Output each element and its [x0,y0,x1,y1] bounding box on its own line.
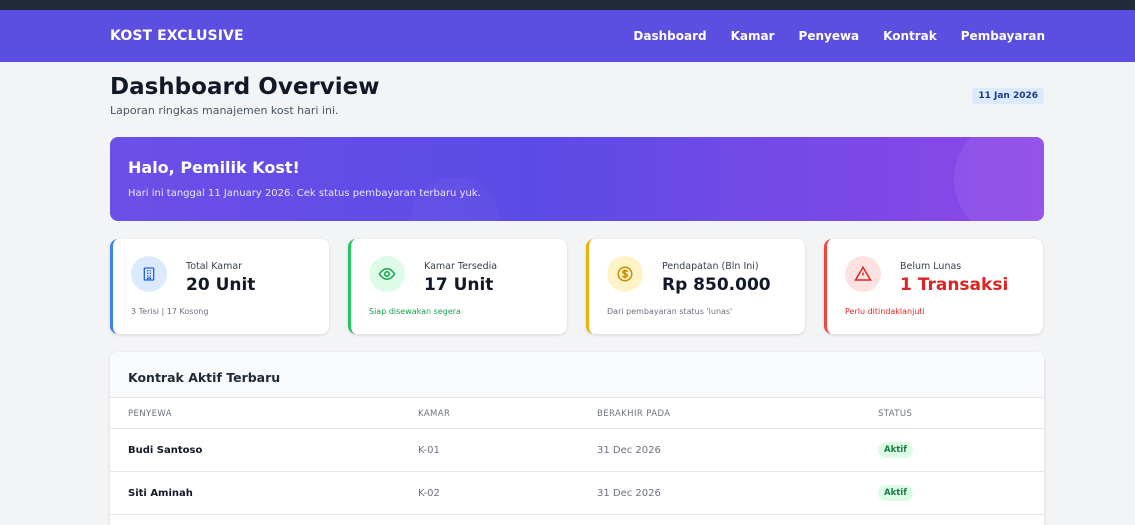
stat-note: Siap disewakan segera [369,307,461,316]
tenant-name: Siti Aminah [128,488,193,499]
table-header: PENYEWA KAMAR BERAKHIR PADA STATUS [110,398,1044,429]
page-header: Dashboard Overview Laporan ringkas manaj… [110,74,1044,126]
stat-label: Belum Lunas [900,261,962,272]
stat-value: 1 Transaksi [900,275,1009,295]
nav-dashboard[interactable]: Dashboard [633,29,706,43]
page-subtitle: Laporan ringkas manajemen kost hari ini. [110,104,339,117]
stat-label: Pendapatan (Bln Ini) [662,261,759,272]
table-row[interactable]: Siti Aminah K-02 31 Dec 2026 Aktif [110,472,1044,515]
stat-value: 17 Unit [424,275,494,295]
status-badge: Aktif [878,442,913,458]
room-code: K-02 [418,488,440,499]
welcome-title: Halo, Pemilik Kost! [128,158,300,177]
stat-value: 20 Unit [186,275,256,295]
stat-card-pendapatan[interactable]: Pendapatan (Bln Ini) Rp 850.000 Dari pem… [586,239,805,334]
top-navbar: KOST EXCLUSIVE Dashboard Kamar Penyewa K… [0,10,1135,62]
main-nav: Dashboard Kamar Penyewa Kontrak Pembayar… [609,29,1045,43]
active-contracts-table: Kontrak Aktif Terbaru PENYEWA KAMAR BERA… [110,352,1044,525]
stat-note: 3 Terisi | 17 Kosong [131,307,209,316]
stat-value: Rp 850.000 [662,275,771,295]
nav-kontrak[interactable]: Kontrak [883,29,937,43]
building-icon [131,256,167,292]
welcome-banner: Halo, Pemilik Kost! Hari ini tanggal 11 … [110,137,1044,221]
eye-icon [369,256,405,292]
decorative-circle [954,137,1044,221]
table-title: Kontrak Aktif Terbaru [110,352,1044,398]
stat-card-total-kamar[interactable]: Total Kamar 20 Unit 3 Terisi | 17 Kosong [110,239,329,334]
stat-card-belum-lunas[interactable]: Belum Lunas 1 Transaksi Perlu ditindakla… [824,239,1043,334]
contract-end-date: 31 Dec 2026 [597,445,661,456]
contract-end-date: 31 Dec 2026 [597,488,661,499]
stat-label: Kamar Tersedia [424,261,498,272]
stat-note: Perlu ditindaklanjuti [845,307,925,316]
date-badge: 11 Jan 2026 [972,88,1044,104]
stat-label: Total Kamar [186,261,243,272]
nav-penyewa[interactable]: Penyewa [799,29,860,43]
column-header-berakhir-pada[interactable]: BERAKHIR PADA [597,409,670,419]
stat-card-kamar-tersedia[interactable]: Kamar Tersedia 17 Unit Siap disewakan se… [348,239,567,334]
nav-kamar[interactable]: Kamar [731,29,775,43]
column-header-penyewa[interactable]: PENYEWA [128,409,172,419]
column-header-kamar[interactable]: KAMAR [418,409,450,419]
coin-icon [607,256,643,292]
stats-row: Total Kamar 20 Unit 3 Terisi | 17 Kosong… [110,239,1044,334]
stat-note: Dari pembayaran status 'lunas' [607,307,733,316]
column-header-status[interactable]: STATUS [878,409,912,419]
warning-icon [845,256,881,292]
room-code: K-01 [418,445,440,456]
status-badge: Aktif [878,485,913,501]
nav-pembayaran[interactable]: Pembayaran [961,29,1045,43]
tenant-name: Budi Santoso [128,445,203,456]
table-row[interactable]: Budi Santoso K-01 31 Dec 2026 Aktif [110,429,1044,472]
page-title: Dashboard Overview [110,74,380,100]
window-top-bar [0,0,1135,10]
brand-logo[interactable]: KOST EXCLUSIVE [110,28,244,44]
decorative-circle [410,177,500,221]
welcome-message: Hari ini tanggal 11 January 2026. Cek st… [128,188,481,199]
